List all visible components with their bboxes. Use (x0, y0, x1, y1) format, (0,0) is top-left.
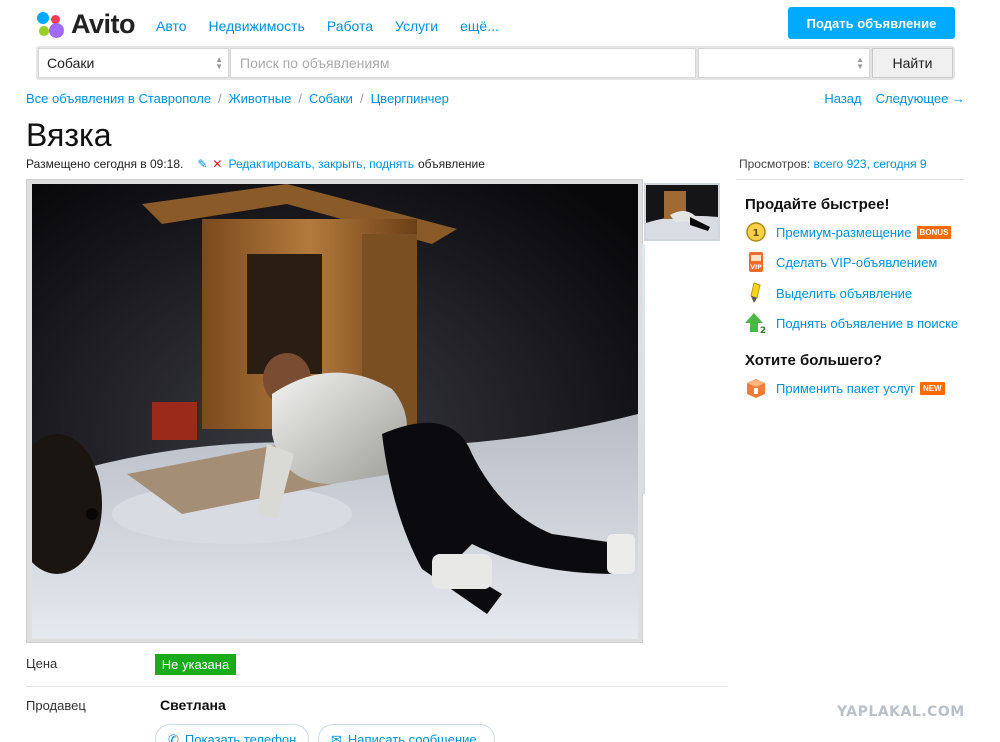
location-select[interactable]: ▲ ▼ (698, 48, 870, 78)
svg-text:2: 2 (760, 326, 766, 334)
select-arrows-icon: ▲ ▼ (856, 55, 864, 71)
search-placeholder: Поиск по объявлениям (240, 55, 390, 71)
price-label: Цена (26, 656, 58, 671)
show-phone-label: Показать телефон (184, 732, 297, 742)
photo-image (32, 184, 638, 639)
close-icon[interactable]: ✕ (212, 157, 222, 171)
package-icon (745, 377, 767, 399)
promo-item-label: Сделать VIP-объявлением (776, 254, 938, 270)
seller-name: Светлана (160, 697, 226, 713)
main-photo[interactable] (32, 184, 638, 639)
logo-text: Avito (71, 9, 136, 39)
thumbnail-scroll-track[interactable] (642, 244, 645, 494)
watermark: YAPLAKAL.COM (837, 704, 965, 720)
nav-services[interactable]: Услуги (395, 18, 438, 34)
price-value: Не указана (155, 654, 236, 675)
search-bar: Собаки ▲ ▼ Поиск по объявлениям ▲ ▼ Найти (36, 46, 955, 80)
write-message-label: Написать сообщение (347, 732, 477, 742)
logo-dots-icon (36, 11, 66, 39)
page-title: Вязка (26, 117, 112, 153)
nav-auto[interactable]: Авто (156, 18, 187, 34)
breadcrumb-all[interactable]: Все объявления в Ставрополе (26, 91, 211, 106)
listing-navigation: Назад Следующее → (824, 91, 965, 106)
breadcrumb-animals[interactable]: Животные (229, 91, 292, 106)
next-link[interactable]: Следующее → (876, 91, 965, 106)
vip-icon: VIP (745, 251, 767, 273)
posted-time: Размещено сегодня в 09:18. (26, 157, 184, 171)
posted-info: Размещено сегодня в 09:18. ✎ ✕ Редактиро… (26, 157, 485, 171)
show-phone-button[interactable]: ✆ Показать телефон (155, 724, 309, 742)
highlighter-icon (745, 282, 767, 304)
views-value[interactable]: всего 923, сегодня 9 (814, 157, 927, 171)
seller-label: Продавец (26, 698, 86, 713)
breadcrumb-dogs[interactable]: Собаки (309, 91, 353, 106)
phone-icon: ✆ (168, 732, 179, 742)
category-value: Собаки (47, 55, 95, 71)
divider (736, 179, 964, 180)
post-ad-button[interactable]: Подать объявление (788, 7, 955, 39)
thumbnail-image (646, 185, 718, 239)
promo-package[interactable]: Применить пакет услуг NEW (745, 377, 945, 399)
svg-text:VIP: VIP (750, 264, 762, 271)
top-nav: Авто Недвижимость Работа Услуги ещё... (156, 18, 521, 34)
search-input[interactable]: Поиск по объявлениям (230, 48, 696, 78)
photo-thumbnail[interactable] (644, 183, 720, 241)
category-select[interactable]: Собаки ▲ ▼ (38, 48, 229, 78)
find-button[interactable]: Найти (872, 48, 953, 78)
svg-text:1: 1 (753, 228, 760, 239)
envelope-icon: ✉ (331, 732, 342, 742)
breadcrumb-breed[interactable]: Цвергпинчер (371, 91, 449, 106)
select-arrows-icon: ▲ ▼ (215, 55, 223, 71)
promo-premium[interactable]: 1 Премиум-размещение BONUS (745, 221, 952, 243)
breadcrumb-separator: / (298, 91, 302, 106)
coin-icon: 1 (745, 221, 767, 243)
avito-logo[interactable]: Avito (36, 9, 136, 40)
edit-listing-link[interactable]: Редактировать, закрыть, поднять (228, 157, 413, 171)
promo-highlight[interactable]: Выделить объявление (745, 282, 912, 304)
nav-more[interactable]: ещё... (460, 18, 499, 34)
pencil-icon[interactable]: ✎ (197, 157, 207, 171)
divider (26, 686, 728, 687)
more-title: Хотите большего? (745, 352, 883, 369)
new-badge: NEW (919, 381, 945, 395)
views-counter: Просмотров: всего 923, сегодня 9 (739, 157, 927, 171)
arrow-up-icon: 2 (745, 312, 767, 334)
write-message-button[interactable]: ✉ Написать сообщение (318, 724, 495, 742)
promo-item-label: Применить пакет услуг (776, 380, 915, 396)
back-link[interactable]: Назад (824, 91, 861, 106)
breadcrumb-separator: / (359, 91, 364, 106)
edit-listing-tail: объявление (417, 157, 485, 171)
promo-item-label: Выделить объявление (776, 285, 913, 301)
promo-item-label: Поднять объявление в поиске (776, 315, 959, 331)
nav-jobs[interactable]: Работа (327, 18, 373, 34)
bonus-badge: BONUS (916, 225, 952, 239)
views-label: Просмотров: (739, 157, 811, 171)
promo-item-label: Премиум-размещение (776, 224, 912, 240)
breadcrumb: Все объявления в Ставрополе / Животные /… (26, 91, 449, 106)
promo-raise[interactable]: 2 Поднять объявление в поиске (745, 312, 958, 334)
promo-vip[interactable]: VIP Сделать VIP-объявлением (745, 251, 937, 273)
breadcrumb-separator: / (218, 91, 222, 106)
nav-realty[interactable]: Недвижимость (209, 18, 305, 34)
promo-title: Продайте быстрее! (745, 196, 890, 213)
